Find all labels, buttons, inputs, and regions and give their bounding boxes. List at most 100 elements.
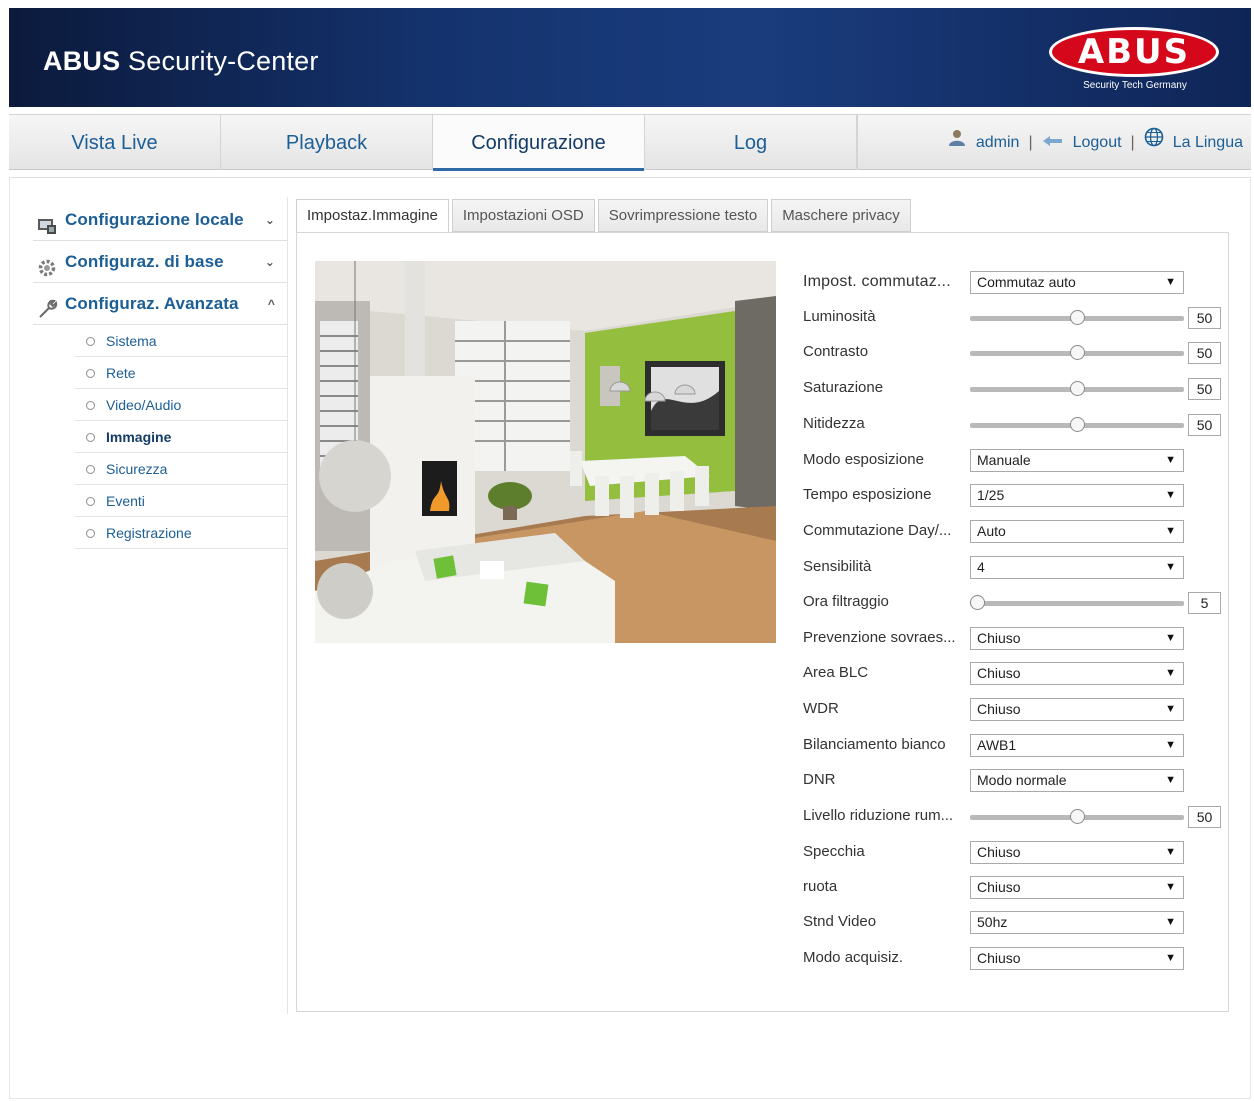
row-sensitivity: Sensibilità 4 ▼ [803,550,1221,584]
sidebar-section-label: Configuraz. Avanzata [65,294,239,313]
separator: | [1028,133,1033,151]
sharpness-slider[interactable] [970,417,1184,432]
brightness-value-input[interactable]: 50 [1188,307,1221,329]
sensitivity-label: Sensibilità [803,558,872,575]
contrast-value-input[interactable]: 50 [1188,342,1221,364]
subtab-privacy-masks[interactable]: Maschere privacy [771,199,911,232]
slider-handle[interactable] [1070,809,1085,824]
row-sharpness: Nitidezza 50 [803,407,1221,441]
bullet-icon [86,401,95,410]
subtab-image-settings[interactable]: Impostaz.Immagine [296,199,449,233]
dropdown-arrow-icon: ▼ [1165,276,1176,288]
noise-level-slider[interactable] [970,809,1184,824]
username-link[interactable]: admin [976,115,1020,171]
sidebar-section-base[interactable]: Configuraz. di base ⌄ [33,241,287,283]
globe-icon[interactable] [1144,115,1164,171]
slider-handle[interactable] [1070,381,1085,396]
subtab-osd-settings[interactable]: Impostazioni OSD [451,199,595,232]
chevron-down-icon: ⌄ [264,255,275,269]
capture-mode-select[interactable]: Chiuso ▼ [970,947,1184,970]
slider-handle[interactable] [1070,345,1085,360]
subtab-bar: Impostaz.Immagine Impostazioni OSD Sovri… [296,199,914,233]
camera-preview [315,261,776,643]
white-balance-label: Bilanciamento bianco [803,736,946,753]
sidebar-item-label: Registrazione [106,525,192,541]
user-area: admin | Logout | La Lingua [947,115,1243,170]
sidebar-item-registrazione[interactable]: Registrazione [75,517,287,549]
select-value: Manuale [977,452,1031,468]
app-header: ABUS Security-Center ABUS Security Tech … [9,8,1251,107]
filter-time-value-input[interactable]: 5 [1188,592,1221,614]
day-night-select[interactable]: Auto ▼ [970,520,1184,543]
saturation-slider[interactable] [970,381,1184,396]
video-standard-select[interactable]: 50hz ▼ [970,911,1184,934]
filter-time-slider[interactable] [970,595,1184,610]
brightness-slider[interactable] [970,310,1184,325]
noise-level-value-input[interactable]: 50 [1188,806,1221,828]
sidebar-item-sistema[interactable]: Sistema [75,325,287,357]
logo-tagline: Security Tech Germany [1083,80,1187,91]
dropdown-arrow-icon: ▼ [1165,952,1176,964]
row-mirror: Specchia Chiuso ▼ [803,835,1221,869]
contrast-slider[interactable] [970,345,1184,360]
rotate-label: ruota [803,878,838,895]
overexposure-select[interactable]: Chiuso ▼ [970,627,1184,650]
select-value: 1/25 [977,487,1005,503]
sidebar-divider [287,197,288,1014]
saturation-value-input[interactable]: 50 [1188,378,1221,400]
sidebar-submenu: Sistema Rete Video/Audio Immagine Sicure… [75,325,287,549]
video-standard-label: Stnd Video [803,913,877,930]
blc-area-select[interactable]: Chiuso ▼ [970,662,1184,685]
rotate-select[interactable]: Chiuso ▼ [970,876,1184,899]
slider-handle[interactable] [970,595,985,610]
row-exposure-mode: Modo esposizione Manuale ▼ [803,443,1221,477]
dropdown-arrow-icon: ▼ [1165,774,1176,786]
sidebar-item-video-audio[interactable]: Video/Audio [75,389,287,421]
mirror-select[interactable]: Chiuso ▼ [970,841,1184,864]
exposure-mode-select[interactable]: Manuale ▼ [970,449,1184,472]
row-noise-level: Livello riduzione rum... 50 [803,799,1221,833]
tab-log[interactable]: Log [645,115,857,170]
switch-mode-select[interactable]: Commutaz auto ▼ [970,271,1184,294]
white-balance-select[interactable]: AWB1 ▼ [970,734,1184,757]
sidebar-item-sicurezza[interactable]: Sicurezza [75,453,287,485]
slider-handle[interactable] [1070,310,1085,325]
tab-vista-live[interactable]: Vista Live [9,115,221,170]
slider-handle[interactable] [1070,417,1085,432]
separator-2: | [1130,133,1135,151]
dropdown-arrow-icon: ▼ [1165,667,1176,679]
filter-time-label: Ora filtraggio [803,593,889,610]
user-icon [947,115,967,171]
select-value: Chiuso [977,701,1021,717]
row-white-balance: Bilanciamento bianco AWB1 ▼ [803,728,1221,762]
logout-link[interactable]: Logout [1073,115,1122,171]
sidebar-item-eventi[interactable]: Eventi [75,485,287,517]
wrench-icon [37,294,58,318]
dropdown-arrow-icon: ▼ [1165,489,1176,501]
select-value: Chiuso [977,665,1021,681]
language-link[interactable]: La Lingua [1173,115,1243,171]
logout-icon[interactable] [1042,115,1064,171]
sidebar-section-advanced[interactable]: Configuraz. Avanzata ^ [33,283,287,325]
abus-logo: ABUS Security Tech Germany [1049,27,1221,99]
sidebar-item-rete[interactable]: Rete [75,357,287,389]
dnr-select[interactable]: Modo normale ▼ [970,769,1184,792]
gear-icon [37,252,57,277]
wdr-select[interactable]: Chiuso ▼ [970,698,1184,721]
dropdown-arrow-icon: ▼ [1165,703,1176,715]
exposure-time-select[interactable]: 1/25 ▼ [970,484,1184,507]
select-value: Modo normale [977,772,1067,788]
switch-mode-label: Impost. commutaz... [803,273,951,290]
sidebar-section-local[interactable]: Configurazione locale ⌄ [33,199,287,241]
sidebar-item-immagine[interactable]: Immagine [75,421,287,453]
blc-area-label: Area BLC [803,664,869,681]
tab-playback[interactable]: Playback [221,115,433,170]
tab-configurazione[interactable]: Configurazione [433,115,645,171]
sensitivity-select[interactable]: 4 ▼ [970,556,1184,579]
sharpness-value-input[interactable]: 50 [1188,414,1221,436]
subtab-text-overlay[interactable]: Sovrimpressione testo [597,199,769,232]
row-rotate: ruota Chiuso ▼ [803,870,1221,904]
select-value: Chiuso [977,844,1021,860]
overexposure-label: Prevenzione sovraes... [803,629,956,646]
dropdown-arrow-icon: ▼ [1165,881,1176,893]
